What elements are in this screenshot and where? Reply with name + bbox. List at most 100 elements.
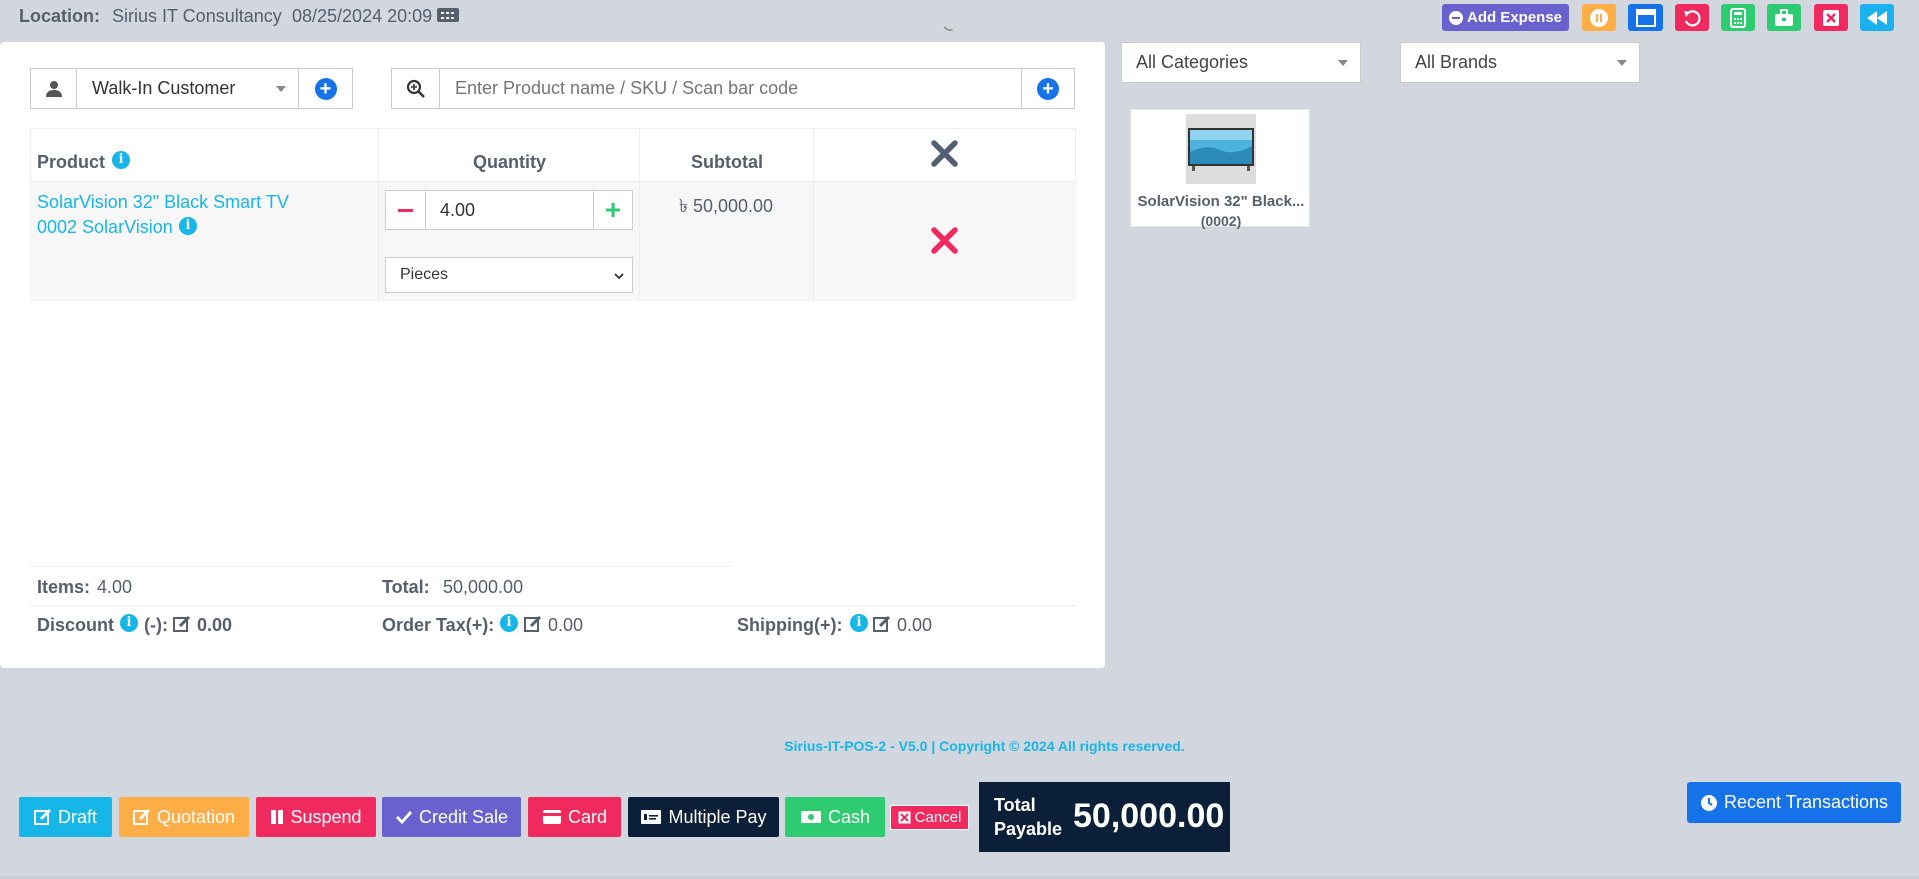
check-icon bbox=[395, 810, 413, 825]
total-value: 50,000.00 bbox=[443, 577, 524, 597]
shipping-label: Shipping(+): bbox=[737, 615, 843, 635]
loading-spinner-icon bbox=[941, 15, 959, 33]
edit-discount-icon[interactable] bbox=[173, 615, 191, 633]
unit-select[interactable]: Pieces bbox=[385, 257, 633, 293]
calculator-button[interactable] bbox=[1721, 4, 1755, 31]
items-value: 4.00 bbox=[97, 577, 133, 597]
product-card-code: (0002) bbox=[1200, 213, 1242, 229]
edit-shipping-icon[interactable] bbox=[873, 615, 891, 633]
cash-button[interactable]: Cash bbox=[785, 797, 885, 837]
pause-icon bbox=[1590, 8, 1608, 27]
total-label: Total: bbox=[382, 577, 430, 597]
product-name-link[interactable]: SolarVision 32" Black Smart TV bbox=[37, 192, 289, 213]
fullscreen-button[interactable] bbox=[1628, 4, 1663, 31]
row-subtotal: ৳ 50,000.00 bbox=[679, 196, 774, 216]
recent-transactions-label: Recent Transactions bbox=[1723, 792, 1889, 812]
draft-button[interactable]: Draft bbox=[19, 797, 112, 837]
remove-row-icon[interactable] bbox=[931, 227, 958, 254]
order-tax-value: 0.00 bbox=[548, 615, 584, 635]
keyboard-icon[interactable] bbox=[437, 8, 459, 22]
plus-circle-icon: + bbox=[1037, 77, 1059, 100]
minus-circle-icon bbox=[1448, 10, 1463, 25]
brand-selected: All Brands bbox=[1415, 52, 1498, 72]
cancel-button[interactable]: Cancel bbox=[890, 805, 969, 830]
quantity-header: Quantity bbox=[473, 152, 547, 172]
summary-divider bbox=[30, 605, 1076, 606]
edit-icon bbox=[33, 808, 52, 825]
discount-value: 0.00 bbox=[197, 615, 233, 635]
edit-icon bbox=[132, 808, 151, 825]
add-product-button[interactable]: + bbox=[1021, 68, 1075, 109]
header-divider bbox=[30, 181, 1076, 182]
customer-select[interactable]: Walk-In Customer bbox=[76, 68, 299, 109]
info-icon[interactable]: i bbox=[500, 614, 518, 632]
discount-label: Discount bbox=[37, 615, 115, 635]
total-payable-label-2: Payable bbox=[994, 819, 1063, 839]
total-payable-box: Total Payable 50,000.00 bbox=[979, 782, 1230, 852]
category-selected: All Categories bbox=[1136, 52, 1249, 72]
credit-sale-label: Credit Sale bbox=[418, 806, 509, 827]
shipping-value: 0.00 bbox=[897, 615, 933, 635]
return-button[interactable] bbox=[1675, 4, 1709, 31]
product-search-input[interactable] bbox=[439, 68, 1022, 109]
edit-order-tax-icon[interactable] bbox=[524, 615, 542, 633]
quantity-input[interactable]: 4.00 bbox=[425, 190, 594, 230]
brand-select[interactable]: All Brands bbox=[1400, 42, 1640, 83]
product-code-link[interactable]: 0002 SolarVision bbox=[37, 217, 173, 238]
credit-sale-button[interactable]: Credit Sale bbox=[382, 797, 521, 837]
register-button[interactable] bbox=[1767, 4, 1801, 31]
undo-icon bbox=[1684, 9, 1701, 26]
chevron-down-icon bbox=[1338, 60, 1348, 66]
plus-circle-icon: + bbox=[314, 77, 337, 100]
info-icon[interactable]: i bbox=[120, 614, 138, 632]
user-icon bbox=[30, 68, 77, 109]
discount-sign: (-): bbox=[144, 615, 168, 635]
location-label: Location: bbox=[19, 6, 100, 26]
pause-button[interactable] bbox=[1582, 4, 1616, 31]
clock-icon bbox=[1700, 794, 1717, 811]
datetime: 08/25/2024 20:09 bbox=[292, 6, 433, 26]
cancel-label: Cancel bbox=[914, 809, 962, 826]
backward-icon bbox=[1867, 10, 1887, 25]
add-customer-button[interactable]: + bbox=[298, 68, 353, 109]
close-register-button[interactable] bbox=[1814, 4, 1848, 31]
add-expense-label: Add Expense bbox=[1466, 9, 1563, 26]
info-icon[interactable]: i bbox=[850, 614, 868, 632]
calculator-icon bbox=[1730, 7, 1746, 28]
close-square-icon bbox=[1823, 9, 1839, 26]
copyright-text: Sirius-IT-POS-2 - V5.0 | Copyright © 202… bbox=[784, 738, 1185, 754]
cash-label: Cash bbox=[827, 806, 871, 827]
product-card[interactable]: SolarVision 32" Black... (0002) bbox=[1130, 109, 1310, 229]
quotation-button[interactable]: Quotation bbox=[119, 797, 249, 837]
category-select[interactable]: All Categories bbox=[1121, 42, 1361, 83]
clear-all-close-icon[interactable] bbox=[931, 140, 958, 167]
total-payable-value: 50,000.00 bbox=[1073, 797, 1225, 835]
customer-selected: Walk-In Customer bbox=[92, 78, 236, 98]
subtotal-header: Subtotal bbox=[691, 152, 763, 172]
total-payable-label-1: Total bbox=[994, 795, 1036, 815]
chevron-down-icon bbox=[614, 273, 624, 280]
money-bill-icon bbox=[800, 811, 821, 823]
add-expense-button[interactable]: Add Expense bbox=[1442, 4, 1569, 31]
back-button[interactable] bbox=[1860, 4, 1894, 31]
card-button[interactable]: Card bbox=[528, 797, 621, 837]
suspend-label: Suspend bbox=[290, 806, 362, 827]
pause-icon bbox=[271, 810, 284, 824]
unit-selected: Pieces bbox=[400, 266, 449, 283]
recent-transactions-button[interactable]: Recent Transactions bbox=[1687, 782, 1901, 823]
order-tax-label: Order Tax(+): bbox=[382, 615, 495, 635]
multiple-pay-button[interactable]: Multiple Pay bbox=[628, 797, 779, 837]
info-icon[interactable]: i bbox=[112, 151, 130, 169]
quotation-label: Quotation bbox=[156, 806, 236, 827]
summary-divider bbox=[30, 566, 732, 567]
quantity-increase-button[interactable]: + bbox=[593, 190, 633, 230]
search-icon bbox=[391, 68, 440, 109]
quantity-decrease-button[interactable] bbox=[385, 190, 426, 230]
money-check-icon bbox=[641, 810, 662, 824]
multiple-pay-label: Multiple Pay bbox=[668, 806, 767, 827]
column-divider bbox=[813, 128, 814, 301]
info-icon[interactable]: i bbox=[179, 217, 197, 235]
product-card-name: SolarVision 32" Black... bbox=[1137, 193, 1305, 210]
suspend-button[interactable]: Suspend bbox=[256, 797, 376, 837]
chevron-down-icon bbox=[276, 86, 286, 92]
